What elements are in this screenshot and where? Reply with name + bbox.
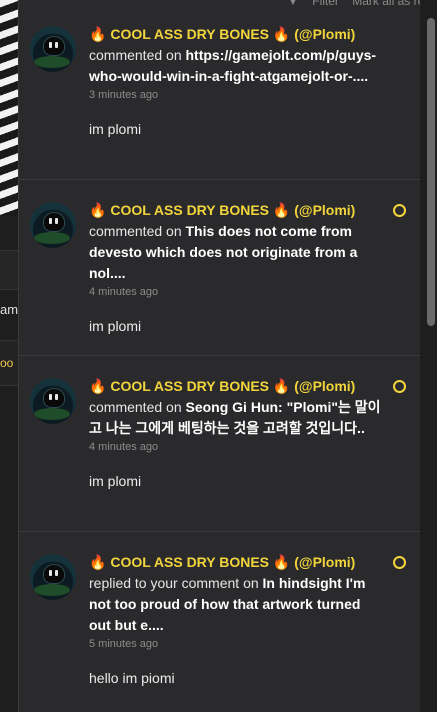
notification-item[interactable]: 🔥 COOL ASS DRY BONES 🔥 (@Plomi) commente… bbox=[19, 356, 420, 532]
unread-dot-icon[interactable] bbox=[393, 556, 406, 569]
notification-timestamp: 3 minutes ago bbox=[89, 89, 159, 101]
notification-timestamp: 4 minutes ago bbox=[89, 441, 159, 453]
notification-action: commented on bbox=[89, 47, 182, 63]
fire-icon: 🔥 bbox=[89, 26, 107, 42]
notification-body: im plomi bbox=[89, 318, 142, 334]
fire-icon: 🔥 bbox=[272, 26, 291, 42]
fire-icon: 🔥 bbox=[89, 378, 107, 394]
background-bar bbox=[0, 250, 18, 290]
notification-content: 🔥 COOL ASS DRY BONES 🔥 (@Plomi) commente… bbox=[89, 200, 386, 334]
page-scrollbar-thumb[interactable] bbox=[427, 18, 435, 326]
notification-timestamp: 5 minutes ago bbox=[89, 638, 159, 650]
fire-icon: 🔥 bbox=[272, 378, 291, 394]
notification-body: hello im piomi bbox=[89, 670, 175, 686]
fire-icon: 🔥 bbox=[272, 202, 291, 218]
notification-item[interactable]: 🔥 COOL ASS DRY BONES 🔥 (@Plomi) commente… bbox=[19, 180, 420, 356]
avatar[interactable] bbox=[30, 554, 76, 600]
unread-dot-icon[interactable] bbox=[393, 380, 406, 393]
user-name-link[interactable]: COOL ASS DRY BONES bbox=[110, 554, 269, 570]
avatar[interactable] bbox=[30, 378, 76, 424]
user-handle-link[interactable]: (@Plomi) bbox=[294, 26, 355, 42]
notification-action: commented on bbox=[89, 399, 182, 415]
unread-dot-icon[interactable] bbox=[393, 204, 406, 217]
user-handle-link[interactable]: (@Plomi) bbox=[294, 554, 355, 570]
notification-body: im plomi bbox=[89, 121, 142, 137]
avatar[interactable] bbox=[30, 26, 76, 72]
user-name-link[interactable]: COOL ASS DRY BONES bbox=[110, 26, 269, 42]
notification-item[interactable]: 🔥 COOL ASS DRY BONES 🔥 (@Plomi) replied … bbox=[19, 532, 420, 707]
notification-content: 🔥 COOL ASS DRY BONES 🔥 (@Plomi) commente… bbox=[89, 376, 386, 489]
fire-icon: 🔥 bbox=[89, 554, 107, 570]
background-artwork bbox=[0, 0, 18, 216]
user-handle-link[interactable]: (@Plomi) bbox=[294, 202, 355, 218]
notification-item[interactable]: 🔥 COOL ASS DRY BONES 🔥 (@Plomi) commente… bbox=[19, 0, 420, 180]
user-name-link[interactable]: COOL ASS DRY BONES bbox=[110, 378, 269, 394]
user-handle-link[interactable]: (@Plomi) bbox=[294, 378, 355, 394]
fire-icon: 🔥 bbox=[89, 202, 107, 218]
notification-timestamp: 4 minutes ago bbox=[89, 286, 159, 298]
notification-body: im plomi bbox=[89, 473, 142, 489]
notification-action: replied to your comment on bbox=[89, 575, 259, 591]
notifications-panel: ▼ Filter Mark all as read 🔥 COOL ASS DRY… bbox=[18, 0, 420, 712]
fire-icon: 🔥 bbox=[272, 554, 291, 570]
background-text: ame bbox=[0, 302, 18, 317]
notification-content: 🔥 COOL ASS DRY BONES 🔥 (@Plomi) replied … bbox=[89, 552, 386, 686]
user-name-link[interactable]: COOL ASS DRY BONES bbox=[110, 202, 269, 218]
notification-content: 🔥 COOL ASS DRY BONES 🔥 (@Plomi) commente… bbox=[89, 24, 406, 137]
notification-action: commented on bbox=[89, 223, 182, 239]
avatar[interactable] bbox=[30, 202, 76, 248]
background-text-2: oo bbox=[0, 356, 14, 370]
